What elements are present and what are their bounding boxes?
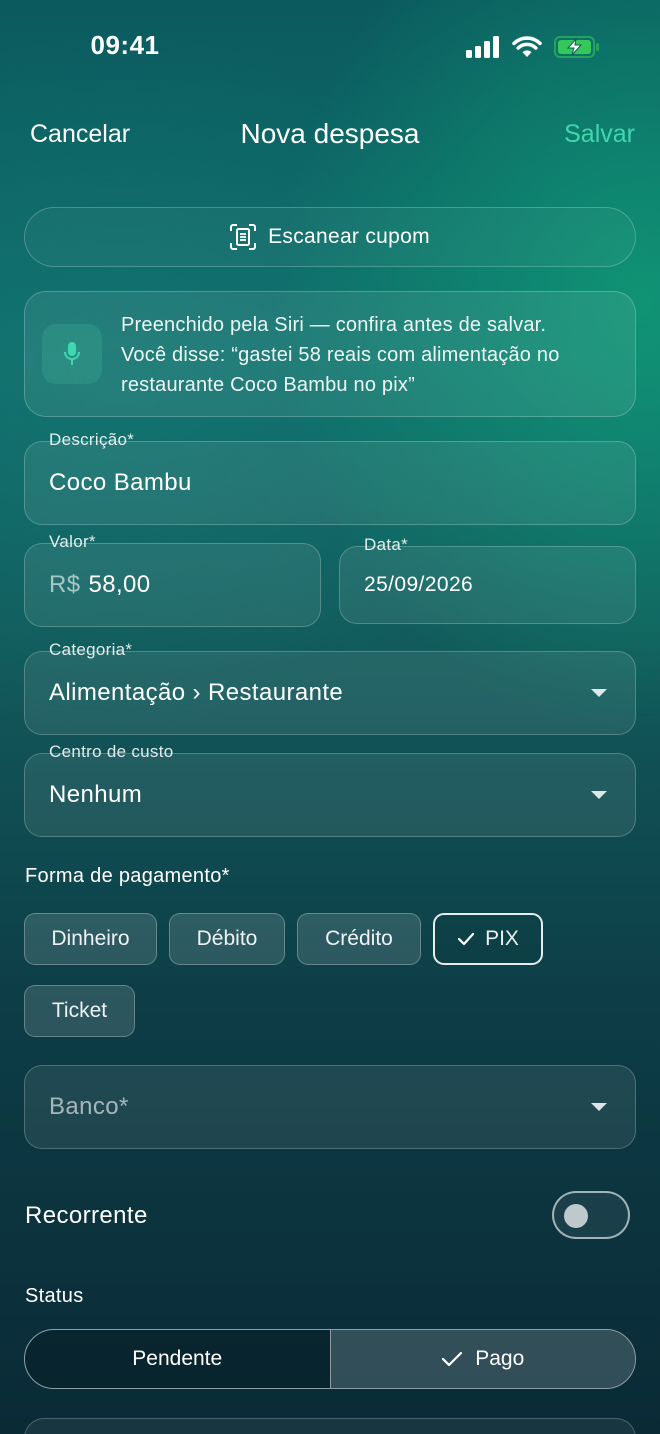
status-label: Status bbox=[25, 1285, 84, 1307]
save-button[interactable]: Salvar bbox=[564, 120, 635, 149]
status-time: 09:41 bbox=[90, 30, 160, 60]
payment-option-cash[interactable]: Dinheiro bbox=[24, 913, 157, 965]
description-field[interactable]: Descrição* Coco Bambu bbox=[24, 430, 636, 525]
scan-receipt-label: Escanear cupom bbox=[268, 225, 430, 248]
bank-placeholder: Banco* bbox=[49, 1093, 129, 1120]
chevron-down-icon bbox=[591, 689, 607, 697]
toggle-knob bbox=[564, 1204, 588, 1228]
checkmark-icon bbox=[457, 932, 475, 946]
cellular-signal-icon bbox=[466, 36, 499, 58]
payment-option-ticket[interactable]: Ticket bbox=[24, 985, 135, 1037]
status-option-label: Pendente bbox=[132, 1347, 223, 1370]
payment-method-label: Forma de pagamento* bbox=[25, 865, 230, 887]
siri-notice-card: Preenchido pela Siri — confira antes de … bbox=[24, 291, 636, 417]
checkmark-icon bbox=[442, 1351, 463, 1367]
payment-option-credit[interactable]: Crédito bbox=[297, 913, 421, 965]
payment-option-pix[interactable]: PIX bbox=[433, 913, 543, 965]
siri-notice-line-1: Preenchido pela Siri — confira antes de … bbox=[121, 314, 547, 336]
payment-option-label: Ticket bbox=[51, 999, 108, 1022]
siri-notice-text: Preenchido pela Siri — confira antes de … bbox=[121, 310, 621, 400]
battery-charging-icon bbox=[554, 36, 599, 58]
page-title: Nova despesa bbox=[240, 118, 420, 149]
chevron-down-icon bbox=[591, 1103, 607, 1111]
description-value: Coco Bambu bbox=[49, 469, 192, 496]
recurring-label: Recorrente bbox=[25, 1202, 148, 1229]
siri-mic-badge bbox=[42, 324, 102, 384]
payment-option-label: Débito bbox=[196, 927, 258, 950]
amount-value-wrap: R$ 58,00 bbox=[49, 544, 151, 626]
scan-receipt-button[interactable]: Escanear cupom bbox=[24, 207, 636, 267]
cost-center-value: Nenhum bbox=[49, 781, 143, 808]
amount-value: 58,00 bbox=[88, 571, 151, 598]
date-field[interactable]: Data* 25/09/2026 bbox=[339, 535, 636, 624]
next-field-partial[interactable] bbox=[24, 1418, 636, 1434]
microphone-icon bbox=[64, 342, 80, 365]
status-option-pending[interactable]: Pendente bbox=[25, 1330, 331, 1388]
siri-notice-line-3: restaurante Coco Bambu no pix” bbox=[121, 374, 415, 396]
status-option-paid[interactable]: Pago bbox=[330, 1330, 635, 1388]
status-icons bbox=[466, 36, 600, 58]
date-value: 25/09/2026 bbox=[364, 573, 474, 596]
cost-center-select[interactable]: Centro de custo Nenhum bbox=[24, 742, 636, 837]
wifi-icon bbox=[512, 36, 542, 57]
status-segmented-control: Pendente Pago bbox=[24, 1329, 636, 1389]
status-option-label: Pago bbox=[475, 1347, 525, 1370]
payment-option-label: PIX bbox=[485, 927, 519, 950]
document-scan-icon bbox=[230, 224, 257, 250]
category-value: Alimentação › Restaurante bbox=[49, 679, 344, 706]
recurring-toggle[interactable] bbox=[552, 1191, 630, 1239]
payment-option-debit[interactable]: Débito bbox=[169, 913, 285, 965]
category-select[interactable]: Categoria* Alimentação › Restaurante bbox=[24, 640, 636, 735]
siri-notice-line-2: Você disse: “gastei 58 reais com aliment… bbox=[121, 344, 560, 366]
payment-option-label: Crédito bbox=[325, 927, 393, 950]
payment-option-label: Dinheiro bbox=[51, 927, 130, 950]
chevron-down-icon bbox=[591, 791, 607, 799]
amount-field[interactable]: Valor* R$ 58,00 bbox=[24, 532, 321, 627]
bank-select[interactable]: Banco* bbox=[24, 1065, 636, 1149]
currency-prefix: R$ bbox=[49, 571, 81, 598]
